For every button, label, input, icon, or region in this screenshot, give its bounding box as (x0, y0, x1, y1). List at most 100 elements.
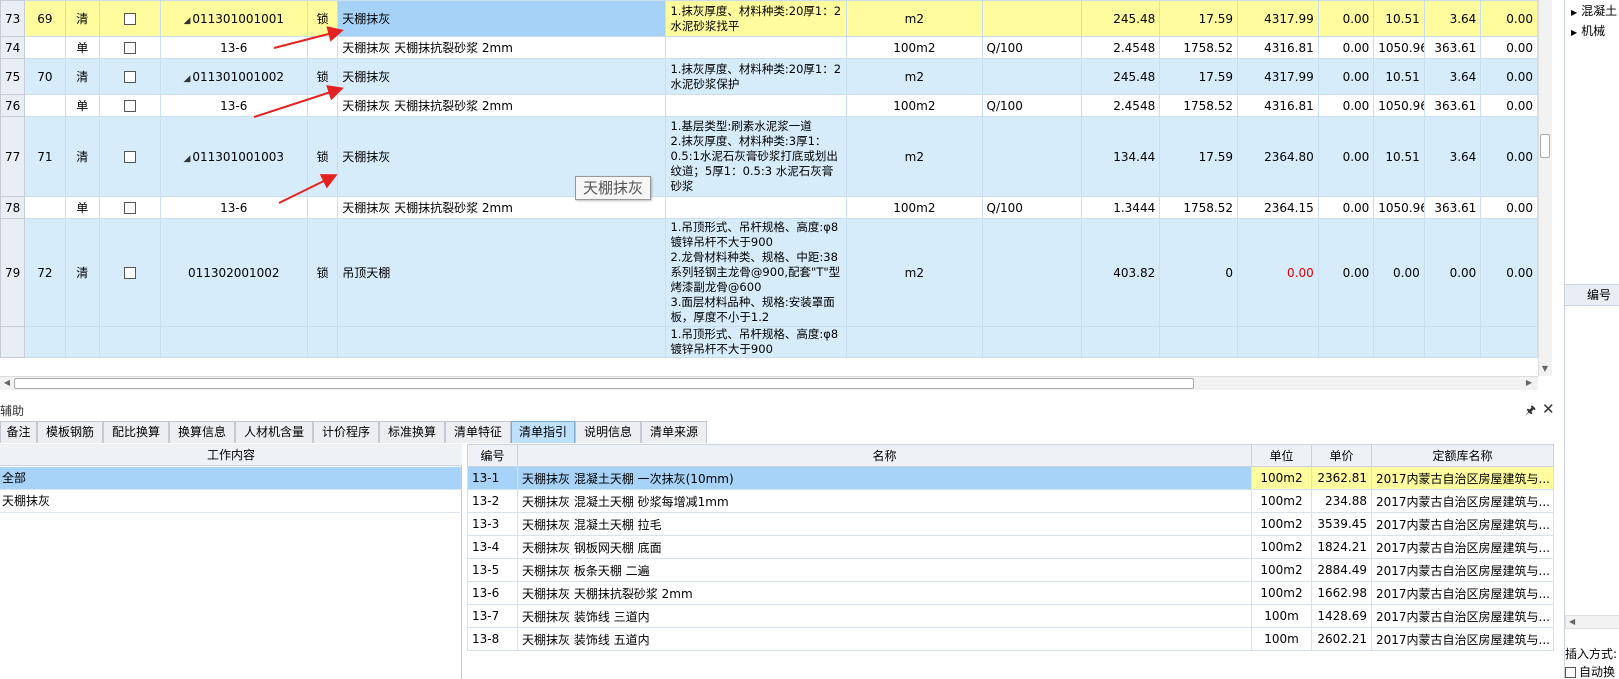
item-code[interactable]: 13-6 (159, 94, 308, 117)
auto-replace-checkbox[interactable]: 自动换 (1565, 663, 1615, 679)
quantity-expression[interactable] (981, 218, 1083, 327)
tree-item-concrete[interactable]: ▶ 混凝土 (1571, 2, 1617, 19)
quantity-expression[interactable] (981, 0, 1083, 37)
scroll-right-arrow-icon[interactable]: ▶ (1522, 376, 1536, 390)
tab-5[interactable]: 计价程序 (313, 421, 379, 443)
row-number[interactable]: 75 (0, 58, 26, 95)
item-unit[interactable]: 100m2 (846, 36, 983, 59)
item-code[interactable]: 13-6 (159, 36, 308, 59)
checkbox-icon[interactable] (123, 100, 136, 112)
item-features[interactable] (665, 36, 848, 59)
item-name[interactable] (337, 326, 667, 358)
quantity-expression[interactable]: Q/100 (981, 94, 1083, 117)
col-header-library[interactable]: 定额库名称 (1371, 444, 1554, 467)
quantity-expression[interactable]: Q/100 (981, 196, 1083, 219)
item-code[interactable]: ◢ 011301001003 (159, 116, 308, 197)
work-content-item-ceiling-plaster[interactable]: 天棚抹灰 (0, 490, 462, 513)
item-code[interactable]: ◢ 011301001001 (159, 0, 308, 37)
quota-row[interactable]: 13-8 天棚抹灰 装饰线 五道内 100m 2602.21 2017内蒙古自治区房屋建… (467, 627, 1554, 651)
row-number[interactable]: 77 (0, 116, 26, 197)
row-number[interactable]: 73 (0, 0, 26, 37)
tab-8[interactable]: 清单指引 (511, 421, 575, 443)
quota-row[interactable]: 13-6 天棚抹灰 天棚抹抗裂砂浆 2mm 100m2 1662.98 2017内蒙古自… (467, 581, 1554, 605)
tab-0[interactable]: 备注 (0, 421, 37, 443)
tab-1[interactable]: 模板钢筋 (37, 421, 103, 443)
row-number[interactable]: 78 (0, 196, 26, 219)
item-code[interactable]: 13-6 (159, 196, 308, 219)
row-number[interactable]: 79 (0, 218, 26, 327)
item-features[interactable] (665, 94, 848, 117)
item-unit[interactable]: m2 (846, 58, 983, 95)
item-unit[interactable]: 100m2 (846, 196, 983, 219)
lock-status[interactable]: 锁 (306, 116, 339, 197)
work-content-item-all[interactable]: 全部 (0, 467, 462, 490)
row-checkbox-cell[interactable] (98, 326, 161, 358)
quota-row[interactable]: 13-4 天棚抹灰 钢板网天棚 底面 100m2 1824.21 2017内蒙古自治区房… (467, 535, 1554, 559)
lock-status[interactable]: 锁 (306, 0, 339, 37)
item-quantity[interactable]: 2.4548 (1081, 36, 1161, 59)
quota-row[interactable]: 13-2 天棚抹灰 混凝土天棚 砂浆每增减1mm 100m2 234.88 2017内蒙… (467, 489, 1554, 513)
pin-icon[interactable]: 🖈 (1525, 401, 1536, 422)
item-features[interactable]: 1.吊顶形式、吊杆规格、高度:φ8镀锌吊杆不大于900 (665, 326, 848, 358)
item-name[interactable]: 天棚抹灰 天棚抹抗裂砂浆 2mm (337, 94, 667, 117)
grid-vertical-scrollbar[interactable] (1538, 0, 1552, 376)
collapse-triangle-icon[interactable]: ◢ (183, 154, 190, 164)
item-features[interactable]: 1.基层类型:刷素水泥浆一道 2.抹灰厚度、材料种类:3厚1：0.5:1水泥石灰… (665, 116, 848, 197)
close-icon[interactable]: ✕ (1542, 400, 1555, 418)
bill-row[interactable]: 73 69 清 ◢ 011301001001 锁天棚抹灰 1.抹灰厚度、材料种类:20厚1：… (0, 0, 1538, 37)
collapse-triangle-icon[interactable]: ◢ (183, 16, 190, 26)
item-features[interactable]: 1.抹灰厚度、材料种类:20厚1：2水泥砂浆找平 (665, 0, 848, 37)
col-header-code[interactable]: 编号 (467, 444, 518, 467)
row-checkbox-cell[interactable] (98, 218, 161, 327)
tab-9[interactable]: 说明信息 (575, 421, 641, 443)
item-quantity[interactable]: 403.82 (1081, 218, 1161, 327)
bill-row[interactable]: 75 70 清 ◢ 011301001002 锁天棚抹灰 1.抹灰厚度、材料种类:20厚1：… (0, 58, 1538, 95)
row-checkbox-cell[interactable] (98, 116, 161, 197)
checkbox-icon[interactable] (123, 151, 136, 163)
item-unit[interactable]: m2 (846, 0, 983, 37)
item-name[interactable]: 吊顶天棚 (337, 218, 667, 327)
quota-row[interactable]: 13-3 天棚抹灰 混凝土天棚 拉毛 100m2 3539.45 2017内蒙古自治区房… (467, 512, 1554, 536)
bill-row[interactable]: 78 单 13-6 天棚抹灰 天棚抹抗裂砂浆 2mm 100m2 Q/100 1.3444 1… (0, 196, 1538, 219)
side-horizontal-scrollbar[interactable]: ◀ (1565, 615, 1619, 629)
lock-status[interactable]: 锁 (306, 58, 339, 95)
tab-10[interactable]: 清单来源 (641, 421, 707, 443)
bill-row[interactable]: 76 单 13-6 天棚抹灰 天棚抹抗裂砂浆 2mm 100m2 Q/100 2.4548 1… (0, 94, 1538, 117)
quantity-expression[interactable] (981, 58, 1083, 95)
grid-vertical-scroll-thumb[interactable] (1540, 134, 1550, 158)
item-name[interactable]: 天棚抹灰 (337, 0, 667, 37)
checkbox-icon[interactable] (1565, 667, 1576, 678)
row-checkbox-cell[interactable] (98, 196, 161, 219)
checkbox-icon[interactable] (123, 13, 136, 25)
tab-7[interactable]: 清单特征 (445, 421, 511, 443)
tab-4[interactable]: 人材机含量 (235, 421, 313, 443)
quantity-expression[interactable] (981, 116, 1083, 197)
tree-item-machinery[interactable]: ▶ 机械 (1571, 22, 1605, 39)
checkbox-icon[interactable] (123, 267, 136, 279)
item-quantity[interactable] (1081, 326, 1161, 358)
tab-2[interactable]: 配比换算 (103, 421, 169, 443)
item-quantity[interactable]: 2.4548 (1081, 94, 1161, 117)
quota-row[interactable]: 13-1 天棚抹灰 混凝土天棚 一次抹灰(10mm) 100m2 2362.81 201… (467, 466, 1554, 490)
tab-6[interactable]: 标准换算 (379, 421, 445, 443)
checkbox-icon[interactable] (123, 71, 136, 83)
checkbox-icon[interactable] (123, 202, 136, 214)
lock-status[interactable] (306, 94, 339, 117)
code-column-header[interactable]: 编号 (1565, 284, 1619, 306)
quota-row[interactable]: 13-7 天棚抹灰 装饰线 三道内 100m 1428.69 2017内蒙古自治区房屋建… (467, 604, 1554, 628)
lock-status[interactable] (306, 196, 339, 219)
lock-status[interactable]: 锁 (306, 218, 339, 327)
item-quantity[interactable]: 245.48 (1081, 0, 1161, 37)
col-header-name[interactable]: 名称 (517, 444, 1252, 467)
bill-row[interactable]: 79 72 清 011302001002 锁吊顶天棚 1.吊顶形式、吊杆规格、高度:φ8镀… (0, 218, 1538, 327)
item-code[interactable]: 011302001002 (159, 218, 308, 327)
bill-grid[interactable]: 73 69 清 ◢ 011301001001 锁天棚抹灰 1.抹灰厚度、材料种类:20厚1：… (0, 0, 1538, 376)
grid-horizontal-scroll-thumb[interactable] (14, 378, 1194, 389)
quantity-expression[interactable] (981, 326, 1083, 358)
row-number[interactable] (0, 326, 26, 358)
row-checkbox-cell[interactable] (98, 94, 161, 117)
item-features[interactable] (665, 196, 848, 219)
quota-row[interactable]: 13-5 天棚抹灰 板条天棚 二遍 100m2 2884.49 2017内蒙古自治区房屋… (467, 558, 1554, 582)
expand-arrow-icon[interactable]: ▶ (1571, 28, 1577, 37)
item-name[interactable]: 天棚抹灰 天棚抹抗裂砂浆 2mm (337, 36, 667, 59)
